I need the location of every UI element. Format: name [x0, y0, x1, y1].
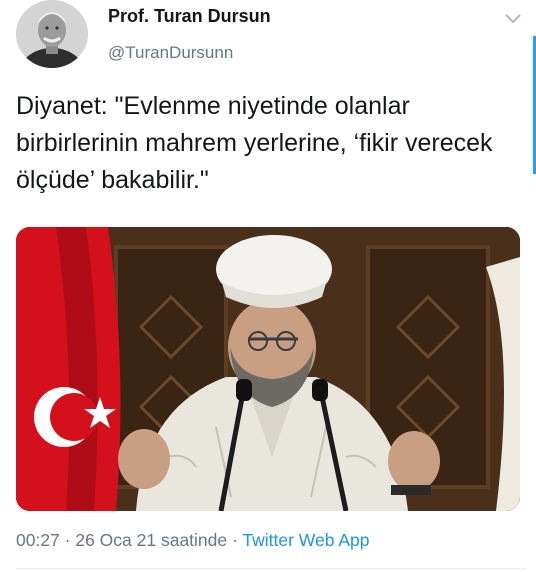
author-name[interactable]: Prof. Turan Dursun	[108, 6, 271, 27]
divider	[16, 568, 526, 569]
avatar[interactable]	[16, 0, 88, 68]
meta-separator: ·	[59, 530, 76, 550]
tweet-text: Diyanet: "Evlenme niyetinde olanlar birb…	[16, 92, 493, 194]
author-handle[interactable]: @TuranDursunn	[108, 43, 233, 63]
tweet-meta: 00:27 · 26 Oca 21 saatinde · Twitter Web…	[16, 530, 370, 551]
tweet-date[interactable]: 26 Oca 21 saatinde	[75, 530, 227, 550]
tweet-header: Prof. Turan Dursun @TuranDursunn	[16, 0, 526, 72]
tweet-media-image[interactable]	[16, 227, 520, 511]
tweet-time[interactable]: 00:27	[16, 530, 60, 550]
tweet-source-link[interactable]: Twitter Web App	[242, 530, 369, 550]
chevron-down-icon[interactable]	[502, 8, 524, 30]
meta-separator: ·	[227, 530, 243, 550]
